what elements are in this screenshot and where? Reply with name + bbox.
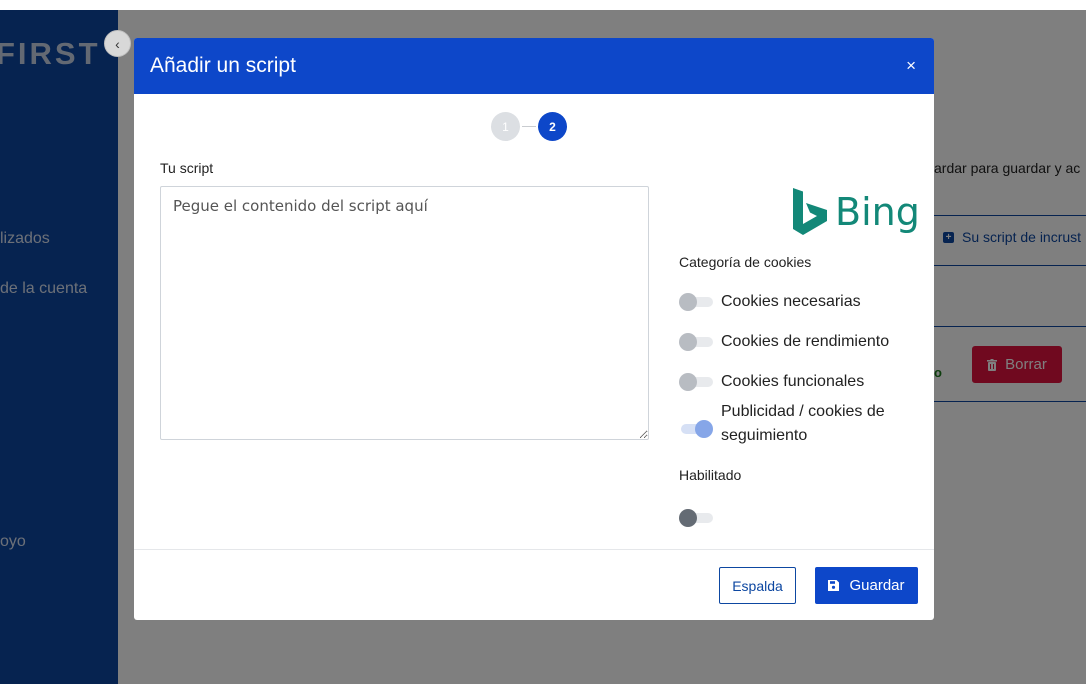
save-button[interactable]: Guardar (815, 567, 918, 604)
enabled-toggle[interactable] (679, 509, 713, 527)
cookie-option-label: Publicidad / cookies de seguimiento (721, 403, 885, 444)
modal-title: Añadir un script (150, 54, 296, 77)
script-label: Tu script (160, 160, 214, 176)
bing-logo: Bing (793, 188, 920, 235)
add-script-modal: Añadir un script × 1 2 Tu script Bing Ca… (134, 38, 934, 620)
cookie-option-label: Cookies funcionales (721, 373, 865, 390)
functional-cookies-toggle[interactable] (679, 373, 713, 391)
cookie-option-functional: Cookies funcionales (679, 370, 911, 394)
cookie-option-necessary: Cookies necesarias (679, 290, 911, 314)
stepper: 1 2 (491, 112, 567, 141)
cookie-option-label: Cookies necesarias (721, 293, 861, 310)
modal-header: Añadir un script × (134, 38, 934, 94)
cookie-option-performance: Cookies de rendimiento (679, 330, 911, 354)
step-connector (522, 126, 536, 127)
necessary-cookies-toggle[interactable] (679, 293, 713, 311)
collapse-sidebar-button[interactable]: ‹ (104, 30, 131, 57)
script-input[interactable] (160, 186, 649, 440)
step-2[interactable]: 2 (538, 112, 567, 141)
modal-footer: Espalda Guardar (134, 549, 934, 620)
bing-icon (793, 188, 827, 235)
cookie-option-advertising: Publicidad / cookies de seguimiento (679, 400, 911, 448)
cookie-category-label: Categoría de cookies (679, 254, 812, 270)
close-icon[interactable]: × (906, 56, 916, 76)
save-icon (828, 580, 840, 591)
chevron-left-icon: ‹ (115, 35, 120, 52)
bing-wordmark: Bing (835, 189, 920, 234)
advertising-cookies-toggle[interactable] (679, 420, 713, 438)
back-button[interactable]: Espalda (719, 567, 796, 604)
cookie-option-label: Cookies de rendimiento (721, 333, 890, 350)
step-1[interactable]: 1 (491, 112, 520, 141)
save-button-label: Guardar (849, 577, 905, 594)
enabled-label: Habilitado (679, 467, 742, 483)
performance-cookies-toggle[interactable] (679, 333, 713, 351)
